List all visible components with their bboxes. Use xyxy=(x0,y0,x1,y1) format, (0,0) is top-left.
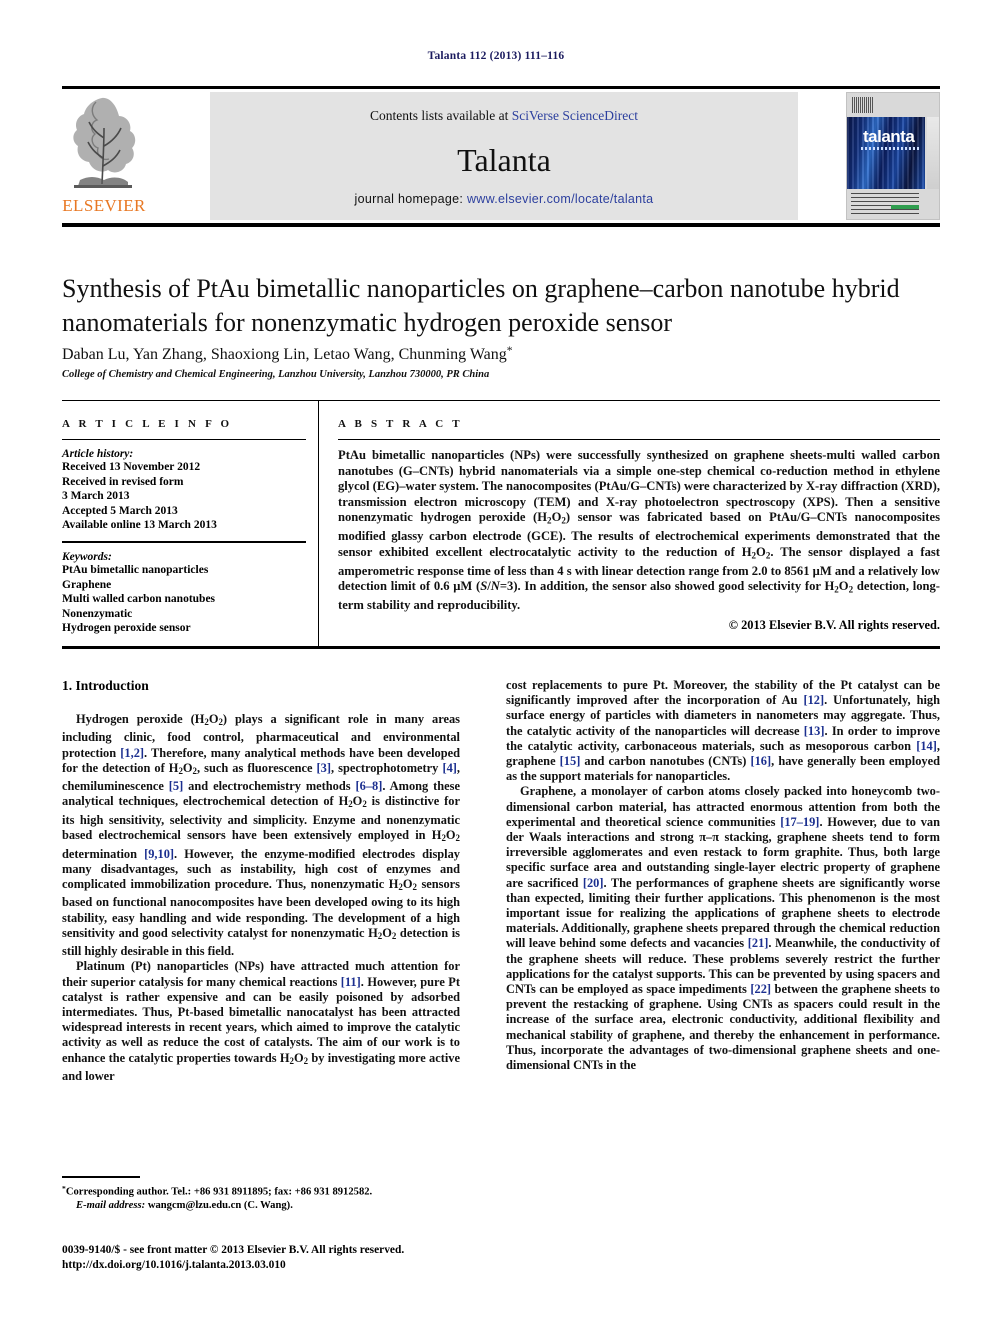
corresponding-author-text: Corresponding author. Tel.: +86 931 8911… xyxy=(65,1186,373,1198)
imprint-block: 0039-9140/$ - see front matter © 2013 El… xyxy=(62,1243,532,1273)
band-bottom-rule xyxy=(62,646,940,649)
keyword-item: Nonenzymatic xyxy=(62,607,133,620)
cover-barcode-icon xyxy=(852,97,874,113)
author-names: Daban Lu, Yan Zhang, Shaoxiong Lin, Leta… xyxy=(62,346,507,364)
article-info-heading: A R T I C L E I N F O xyxy=(62,418,233,430)
corresponding-author-note: *Corresponding author. Tel.: +86 931 891… xyxy=(62,1182,462,1199)
elsevier-wordmark: ELSEVIER xyxy=(62,196,146,215)
email-note: E-mail address: wangcm@lzu.edu.cn (C. Wa… xyxy=(62,1199,462,1212)
article-history-item: Received 13 November 2012 xyxy=(62,461,201,473)
journal-homepage-line: journal homepage: www.elsevier.com/locat… xyxy=(210,192,798,206)
running-head: Talanta 112 (2013) 111–116 xyxy=(427,50,565,62)
keyword-item: PtAu bimetallic nanoparticles xyxy=(62,563,209,576)
email-label: E-mail address: xyxy=(76,1199,146,1211)
page-title: Synthesis of PtAu bimetallic nanoparticl… xyxy=(62,274,900,337)
keyword-item: Hydrogen peroxide sensor xyxy=(62,622,191,635)
introduction-heading: 1. Introduction xyxy=(62,678,149,693)
email-address[interactable]: wangcm@lzu.edu.cn (C. Wang). xyxy=(148,1200,293,1211)
keyword-item: Multi walled carbon nanotubes xyxy=(62,593,216,606)
contents-prefix: Contents lists available at xyxy=(369,108,512,123)
abstract-rule xyxy=(338,439,940,440)
journal-banner: ELSEVIER Contents lists available at Sci… xyxy=(62,86,940,227)
footnote-block: *Corresponding author. Tel.: +86 931 891… xyxy=(62,1182,462,1212)
paper-page: Talanta 112 (2013) 111–116 ELSEVIER Cont… xyxy=(0,0,992,1323)
article-history-item: Available online 13 March 2013 xyxy=(62,519,217,532)
abstract-heading: A B S T R A C T xyxy=(338,418,463,430)
column-separator xyxy=(318,400,319,647)
sciencedirect-link[interactable]: SciVerse ScienceDirect xyxy=(512,108,638,123)
article-history-item: Accepted 5 March 2013 xyxy=(62,504,178,517)
body-column-left: 1. Introduction Hydrogen peroxide (H2O2)… xyxy=(62,678,460,1084)
abstract-text: PtAu bimetallic nanoparticles (NPs) were… xyxy=(338,448,940,613)
article-info-column: A R T I C L E I N F O Article history: R… xyxy=(62,418,306,636)
body-paragraph: Hydrogen peroxide (H2O2) plays a signifi… xyxy=(62,712,461,959)
keywords-label: Keywords: xyxy=(62,550,112,563)
homepage-prefix: journal homepage: xyxy=(354,192,467,206)
body-column-right: cost replacements to pure Pt. Moreover, … xyxy=(506,678,940,1073)
footnote-rule xyxy=(62,1176,140,1178)
article-history-label: Article history: xyxy=(62,448,134,460)
band-top-rule xyxy=(62,400,940,401)
article-history-item: Received in revised form xyxy=(62,475,184,488)
doi-line[interactable]: http://dx.doi.org/10.1016/j.talanta.2013… xyxy=(62,1258,532,1273)
corresponding-author-marker: * xyxy=(506,345,513,357)
contents-available-line: Contents lists available at SciVerse Sci… xyxy=(210,108,798,124)
cover-journal-title: talanta xyxy=(863,127,915,146)
journal-homepage-link[interactable]: www.elsevier.com/locate/talanta xyxy=(467,192,653,206)
cover-text-lines xyxy=(851,193,919,215)
cover-edge-strip xyxy=(927,117,939,189)
elsevier-tree-icon xyxy=(73,97,136,188)
banner-center-panel: Contents lists available at SciVerse Sci… xyxy=(210,92,798,220)
elsevier-logo: ELSEVIER xyxy=(62,92,145,220)
keywords-rule xyxy=(62,540,306,543)
abstract-column: A B S T R A C T PtAu bimetallic nanopart… xyxy=(338,418,940,633)
banner-top-rule xyxy=(62,86,940,89)
body-paragraph: cost replacements to pure Pt. Moreover, … xyxy=(506,678,941,784)
banner-bottom-rule xyxy=(62,223,940,227)
article-info-rule xyxy=(62,439,306,440)
article-history-item: 3 March 2013 xyxy=(62,490,130,503)
affiliation: College of Chemistry and Chemical Engine… xyxy=(62,369,490,380)
body-paragraph: Graphene, a monolayer of carbon atoms cl… xyxy=(506,784,941,1073)
body-paragraph: Platinum (Pt) nanoparticles (NPs) have a… xyxy=(62,959,460,1083)
keyword-item: Graphene xyxy=(62,578,112,591)
abstract-copyright: © 2013 Elsevier B.V. All rights reserved… xyxy=(728,617,940,632)
journal-cover-thumbnail: talanta xyxy=(846,92,940,220)
cover-subtitle-rule xyxy=(861,147,919,150)
issn-line: 0039-9140/$ - see front matter © 2013 El… xyxy=(62,1244,405,1256)
cover-accent-bar xyxy=(891,205,919,209)
author-list: Daban Lu, Yan Zhang, Shaoxiong Lin, Leta… xyxy=(62,345,942,364)
journal-title: Talanta xyxy=(457,142,551,178)
